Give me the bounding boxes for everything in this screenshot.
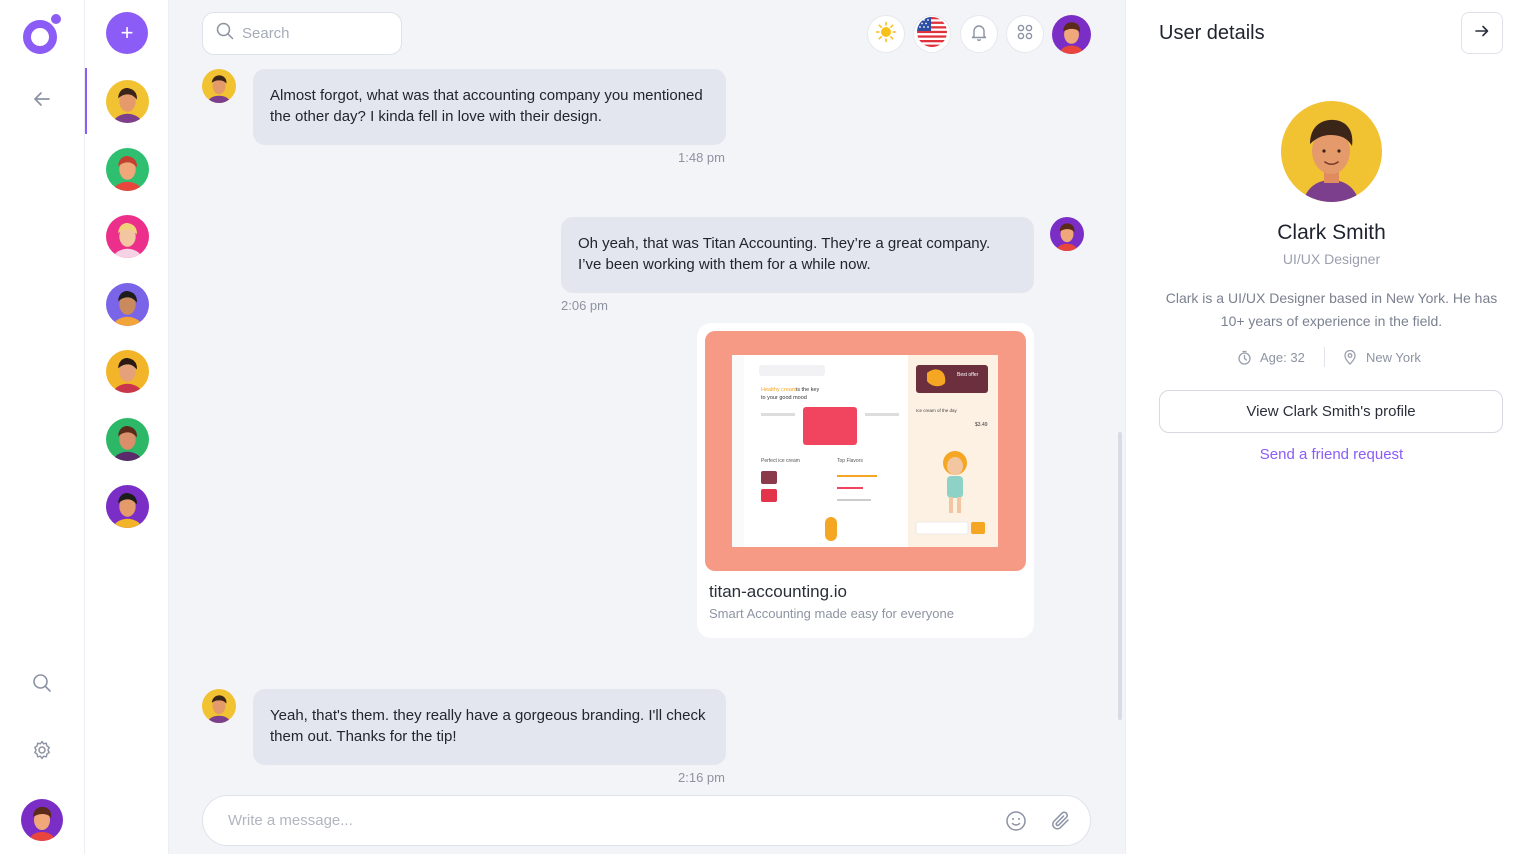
contact-avatar[interactable] [106, 283, 149, 326]
message-time: 2:16 pm [678, 770, 725, 785]
search-icon [216, 22, 234, 45]
sender-avatar[interactable] [202, 69, 236, 103]
us-flag-icon [917, 16, 947, 52]
plus-icon: + [120, 20, 134, 45]
message-input[interactable] [228, 812, 988, 829]
preview-headline-c: to your good mood [761, 395, 807, 401]
header-user-avatar[interactable] [1052, 15, 1091, 54]
paperclip-icon[interactable] [1048, 808, 1074, 834]
contact-avatar[interactable] [106, 80, 149, 123]
search-input[interactable] [242, 25, 392, 42]
user-bio: Clark is a UI/UX Designer based in New Y… [1165, 290, 1498, 329]
user-location: New York [1343, 347, 1421, 367]
link-title[interactable]: titan-accounting.io [709, 582, 847, 602]
close-panel-button[interactable] [1461, 12, 1503, 54]
grid-icon [1016, 23, 1034, 46]
preview-price: $3.49 [975, 422, 988, 428]
preview-offer: Best offer [957, 372, 979, 378]
active-indicator [85, 68, 87, 134]
chat-scrollbar[interactable] [1118, 432, 1122, 720]
preview-of-day: Ice cream of the day [916, 408, 958, 413]
user-age: Age: 32 [1237, 347, 1305, 367]
current-user-avatar[interactable] [21, 799, 63, 841]
message-bubble: Almost forgot, what was that accounting … [253, 69, 726, 145]
sender-avatar[interactable] [202, 689, 236, 723]
user-location-text: New York [1366, 349, 1421, 365]
user-name: Clark Smith [1277, 221, 1386, 244]
contacts-column: + [85, 0, 169, 854]
message-time: 1:48 pm [678, 150, 725, 165]
gear-icon [32, 740, 52, 765]
app-logo[interactable] [22, 14, 62, 54]
message-text: Oh yeah, that was Titan Accounting. They… [578, 235, 991, 273]
link-description: Smart Accounting made easy for everyone [709, 606, 954, 621]
meta-divider [1324, 347, 1325, 367]
contact-avatar[interactable] [106, 148, 149, 191]
link-preview-image[interactable]: Healthy cream is the key to your good mo… [705, 331, 1026, 571]
message-bubble: Yeah, that's them. they really have a go… [253, 689, 726, 765]
preview-flavors: Top Flavors [837, 458, 863, 464]
own-avatar[interactable] [1050, 217, 1084, 251]
preview-headline-a: Healthy cream [761, 387, 797, 393]
contact-avatar[interactable] [106, 418, 149, 461]
view-profile-button[interactable]: View Clark Smith's profile [1159, 390, 1503, 433]
search-icon [32, 673, 52, 698]
rail-search-button[interactable] [22, 665, 62, 705]
user-age-text: Age: 32 [1260, 349, 1305, 365]
contact-avatar[interactable] [106, 215, 149, 258]
theme-toggle-button[interactable] [867, 15, 905, 53]
panel-title: User details [1159, 22, 1265, 44]
contact-avatar[interactable] [106, 350, 149, 393]
bell-icon [970, 23, 988, 46]
preview-perfect: Perfect ice cream [761, 458, 800, 464]
search-field[interactable] [202, 12, 402, 55]
notifications-button[interactable] [960, 15, 998, 53]
left-rail [0, 0, 85, 854]
contact-avatar[interactable] [106, 485, 149, 528]
preview-headline-b: is the key [796, 387, 819, 393]
sun-icon [875, 21, 897, 48]
message-text: Almost forgot, what was that accounting … [270, 87, 703, 125]
user-role: UI/UX Designer [1282, 251, 1381, 267]
timer-icon [1237, 350, 1252, 365]
language-button[interactable] [913, 15, 951, 53]
message-composer[interactable] [202, 795, 1091, 846]
send-friend-request-link[interactable]: Send a friend request [1126, 446, 1536, 463]
message-bubble: Oh yeah, that was Titan Accounting. They… [561, 217, 1034, 293]
settings-button[interactable] [22, 732, 62, 772]
apps-button[interactable] [1006, 15, 1044, 53]
message-time: 2:06 pm [561, 298, 608, 313]
arrow-left-icon [33, 90, 51, 113]
back-button[interactable] [22, 81, 62, 121]
user-avatar-large [1281, 101, 1382, 202]
location-pin-icon [1343, 349, 1357, 365]
arrow-right-icon [1474, 23, 1490, 44]
smile-icon[interactable] [1003, 808, 1029, 834]
user-details-panel: User details Clark Smith UI/UX Designer … [1125, 0, 1536, 854]
message-text: Yeah, that's them. they really have a go… [270, 707, 706, 745]
add-conversation-button[interactable]: + [106, 12, 148, 54]
link-preview-card[interactable]: Healthy cream is the key to your good mo… [697, 323, 1034, 638]
